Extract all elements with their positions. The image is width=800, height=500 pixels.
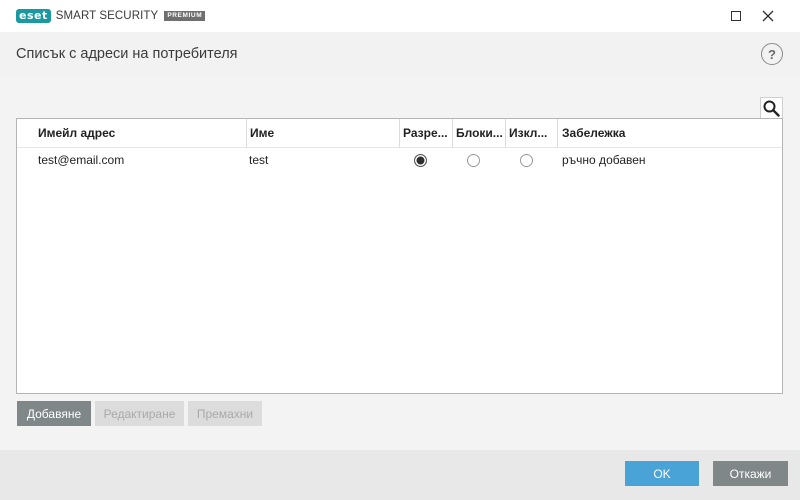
remove-button[interactable]: Премахни <box>188 401 262 426</box>
column-header-name[interactable]: Име <box>247 119 400 148</box>
table-row[interactable]: test@email.com test ръчно добавен <box>17 149 782 173</box>
radio-blocked[interactable] <box>467 154 480 167</box>
table-header: Имейл адрес Име Разре... Блоки... Изкл..… <box>17 119 782 148</box>
maximize-button[interactable] <box>724 4 748 28</box>
brand-badge: eset <box>16 9 51 23</box>
edit-button[interactable]: Редактиране <box>95 401 184 426</box>
column-header-blocked[interactable]: Блоки... <box>453 119 506 148</box>
cell-note: ръчно добавен <box>562 153 646 167</box>
product-name: SMART SECURITY <box>55 10 159 22</box>
dialog-window: eset SMART SECURITY PREMIUM Списък с адр… <box>0 0 800 500</box>
close-button[interactable] <box>756 4 780 28</box>
app-logo: eset SMART SECURITY PREMIUM <box>16 9 206 23</box>
dialog-header: Списък с адреси на потребителя <box>0 32 800 76</box>
search-icon <box>763 100 780 117</box>
cell-name: test <box>249 153 269 167</box>
column-header-excluded[interactable]: Изкл... <box>506 119 558 148</box>
cancel-button[interactable]: Откажи <box>713 461 788 486</box>
title-bar: eset SMART SECURITY PREMIUM <box>0 0 800 32</box>
column-header-email[interactable]: Имейл адрес <box>17 119 247 148</box>
radio-allowed[interactable] <box>414 154 427 167</box>
help-icon[interactable]: ? <box>761 43 783 65</box>
radio-excluded[interactable] <box>520 154 533 167</box>
address-list-table: Имейл адрес Име Разре... Блоки... Изкл..… <box>16 118 783 394</box>
page-title: Списък с адреси на потребителя <box>16 46 238 62</box>
maximize-icon <box>731 11 741 21</box>
add-button[interactable]: Добавяне <box>17 401 91 426</box>
edition-badge: PREMIUM <box>164 11 206 21</box>
search-button[interactable] <box>760 97 783 119</box>
column-header-allowed[interactable]: Разре... <box>400 119 453 148</box>
ok-button[interactable]: OK <box>625 461 699 486</box>
cell-email: test@email.com <box>38 153 125 167</box>
column-header-note[interactable]: Забележка <box>558 119 782 148</box>
close-icon <box>762 10 774 22</box>
